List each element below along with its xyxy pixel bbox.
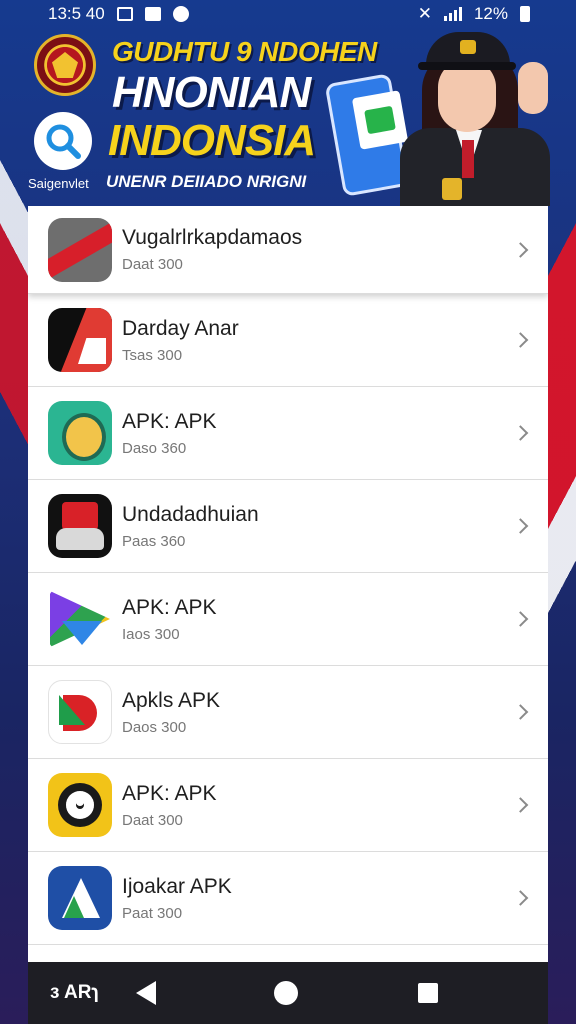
list-item[interactable]: Darday Anar Tsas 300 bbox=[28, 294, 548, 387]
app-subtitle: Paas 360 bbox=[122, 532, 186, 550]
list-item[interactable]: APK: APK Daat 300 bbox=[28, 759, 548, 852]
chevron-right-icon bbox=[512, 241, 529, 258]
battery-icon bbox=[520, 6, 530, 22]
blue-triangle-icon bbox=[48, 866, 112, 930]
app-title: Apkls APK bbox=[122, 688, 221, 712]
banner-headline-country: INDONSIA bbox=[108, 116, 316, 165]
app-title: APK: APK bbox=[122, 595, 217, 619]
app-title: Vugalrlrkapdamaos bbox=[122, 226, 303, 249]
black-red-logo-icon bbox=[48, 308, 112, 372]
list-item[interactable]: Apkls APK Daos 300 bbox=[28, 666, 548, 759]
list-item[interactable]: Ijoakar APK Paat 300 bbox=[28, 852, 548, 945]
app-subtitle: Daos 300 bbox=[122, 718, 187, 736]
golden-emblem-icon bbox=[48, 401, 112, 465]
app-subtitle: Daso 360 bbox=[122, 439, 187, 457]
status-time: 13:5 40 bbox=[48, 4, 105, 23]
list-item[interactable]: APK: APK Iaos 300 bbox=[28, 573, 548, 666]
chevron-right-icon bbox=[512, 518, 529, 534]
signal-icon bbox=[443, 7, 462, 21]
back-icon[interactable] bbox=[136, 981, 156, 1005]
officer-illustration bbox=[400, 28, 576, 206]
search-icon bbox=[34, 112, 92, 170]
brand-label: Saigenvlet bbox=[28, 176, 89, 191]
promo-banner[interactable]: Saigenvlet GUDHTU 9 NDOHEN HNONIAN INDON… bbox=[0, 28, 576, 206]
red-green-letter-icon bbox=[48, 680, 112, 744]
chevron-right-icon bbox=[512, 797, 529, 813]
list-item[interactable]: APK: APK Daso 360 bbox=[28, 387, 548, 480]
chevron-right-icon bbox=[512, 332, 529, 348]
app-title: APK: APK bbox=[122, 781, 217, 805]
app-subtitle: Iaos 300 bbox=[122, 625, 180, 643]
app-title: Ijoakar APK bbox=[122, 874, 232, 898]
app-title: Undadadhuian bbox=[122, 502, 259, 526]
banner-headline-main: HNONIAN bbox=[112, 68, 311, 117]
chevron-right-icon bbox=[512, 704, 529, 720]
colorful-triangle-icon bbox=[48, 587, 112, 651]
home-icon[interactable] bbox=[274, 981, 298, 1005]
app-subtitle: Daat 300 bbox=[122, 811, 183, 829]
chevron-right-icon bbox=[512, 890, 529, 906]
app-title: APK: APK bbox=[122, 409, 217, 433]
red-ribbon-icon bbox=[48, 217, 112, 282]
app-subtitle: Paat 300 bbox=[122, 904, 183, 922]
gallery-icon bbox=[144, 7, 161, 21]
chevron-right-icon bbox=[512, 611, 529, 627]
yellow-gear-icon bbox=[48, 773, 112, 837]
app-notification-icon bbox=[172, 6, 189, 22]
app-title: Darday Anar bbox=[122, 316, 239, 340]
notification-icon bbox=[116, 7, 133, 21]
banner-tagline: UNENR DEIIADO NRIGNI bbox=[106, 172, 307, 191]
app-subtitle: Daat 300 bbox=[122, 256, 183, 273]
banner-headline-top: GUDHTU 9 NDOHEN bbox=[112, 36, 377, 67]
police-emblem-icon bbox=[34, 34, 96, 96]
app-list: Vugalrlrkapdamaos Daat 300 Darday Anar T… bbox=[28, 206, 548, 962]
app-subtitle: Tsas 300 bbox=[122, 346, 183, 364]
red-machine-icon bbox=[48, 494, 112, 558]
network-icon: ✕ bbox=[417, 4, 432, 23]
recent-apps-icon[interactable] bbox=[418, 983, 438, 1003]
battery-percent: 12% bbox=[473, 4, 508, 23]
list-item[interactable]: Vugalrlrkapdamaos Daat 300 bbox=[28, 206, 548, 294]
nav-label: ɜ ARɿ bbox=[50, 982, 99, 1003]
status-bar: 13:5 40 ✕ 12% bbox=[0, 0, 576, 28]
system-nav-bar: ɜ ARɿ bbox=[28, 962, 548, 1024]
chevron-right-icon bbox=[512, 425, 529, 441]
list-item[interactable]: Undadadhuian Paas 360 bbox=[28, 480, 548, 573]
